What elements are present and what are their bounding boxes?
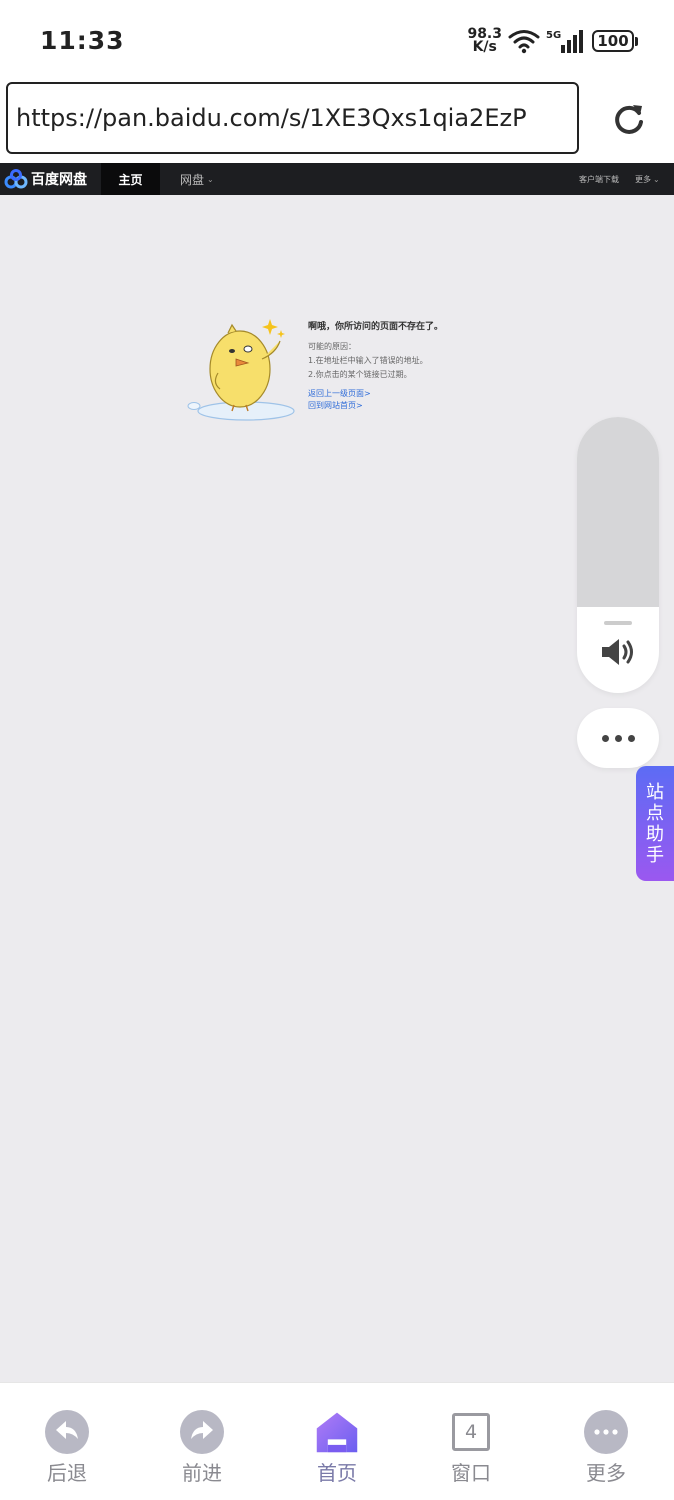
wifi-icon [508, 30, 540, 54]
nav-home[interactable]: 主页 [101, 163, 160, 195]
speaker-icon [602, 639, 633, 665]
back-to-home-link[interactable]: 回到网站首页> [308, 400, 508, 412]
error-title: 啊哦，你所访问的页面不存在了。 [308, 322, 444, 332]
nav-client-download[interactable]: 客户端下载 [579, 163, 619, 195]
chevron-down-icon: ⌄ [653, 174, 660, 184]
window-count: 4 [452, 1413, 490, 1451]
network-speed-unit: K/s [472, 39, 497, 55]
back-arrow-icon [44, 1409, 90, 1455]
status-indicators: 98.3 K/s 5G 100 [467, 24, 638, 58]
cellular-signal-icon: 5G [546, 30, 583, 53]
reload-button[interactable] [608, 98, 650, 140]
forward-label: 前进 [182, 1461, 222, 1485]
forward-button[interactable]: 前进 [162, 1409, 242, 1489]
site-assistant-label: 站点助手 [646, 781, 664, 866]
nav-netdisk[interactable]: 网盘 ⌄ [180, 163, 214, 195]
status-bar: 11:33 98.3 K/s 5G 100 [0, 0, 674, 80]
baidu-netdisk-logo-icon [4, 169, 28, 189]
battery-icon: 100 [592, 30, 638, 52]
home-icon [314, 1409, 360, 1455]
site-logo-text: 百度网盘 [31, 172, 87, 188]
network-type-label: 5G [546, 30, 561, 41]
home-button[interactable]: 首页 [297, 1409, 377, 1489]
url-input[interactable]: https://pan.baidu.com/s/1XE3Qxs1qia2EzP [6, 82, 579, 154]
error-reasons-label: 可能的原因： [308, 342, 356, 351]
error-reason-2: 2.你点击的某个链接已过期。 [308, 370, 412, 379]
status-time: 11:33 [40, 26, 125, 55]
volume-track[interactable] [577, 417, 659, 607]
back-label: 后退 [47, 1461, 87, 1485]
reload-icon [615, 105, 643, 134]
more-label: 更多 [586, 1461, 626, 1485]
window-icon: 4 [448, 1409, 494, 1455]
chevron-down-icon: ⌄ [207, 174, 214, 184]
more-button[interactable]: 更多 [566, 1409, 646, 1489]
back-button[interactable]: 后退 [27, 1409, 107, 1489]
volume-slider[interactable] [577, 417, 659, 693]
address-bar: https://pan.baidu.com/s/1XE3Qxs1qia2EzP [0, 80, 674, 164]
window-label: 窗口 [451, 1461, 491, 1485]
forward-arrow-icon [179, 1409, 225, 1455]
more-icon [583, 1409, 629, 1455]
ellipsis-icon [601, 734, 609, 742]
chick-illustration [187, 319, 295, 421]
nav-netdisk-label: 网盘 [180, 172, 205, 187]
nav-more[interactable]: 更多 ⌄ [635, 163, 660, 195]
site-assistant-button[interactable]: 站点助手 [636, 766, 674, 881]
bottom-toolbar: 后退 前进 首页 4 窗口 更多 [0, 1382, 674, 1500]
back-to-previous-link[interactable]: 返回上一级页面> [308, 388, 508, 400]
error-reason-1: 1.在地址栏中输入了错误的地址。 [308, 356, 428, 365]
network-speed: 98.3 K/s [467, 27, 502, 55]
windows-button[interactable]: 4 窗口 [431, 1409, 511, 1489]
more-options-button[interactable] [577, 708, 659, 768]
nav-more-label: 更多 [635, 174, 651, 184]
volume-handle[interactable] [604, 621, 632, 625]
home-label: 首页 [317, 1461, 357, 1485]
battery-level: 100 [592, 30, 634, 52]
site-header: 百度网盘 主页 网盘 ⌄ 客户端下载 更多 ⌄ [0, 163, 674, 195]
site-logo[interactable]: 百度网盘 [4, 168, 87, 190]
error-message: 啊哦，你所访问的页面不存在了。 可能的原因： 1.在地址栏中输入了错误的地址。 … [308, 319, 508, 412]
